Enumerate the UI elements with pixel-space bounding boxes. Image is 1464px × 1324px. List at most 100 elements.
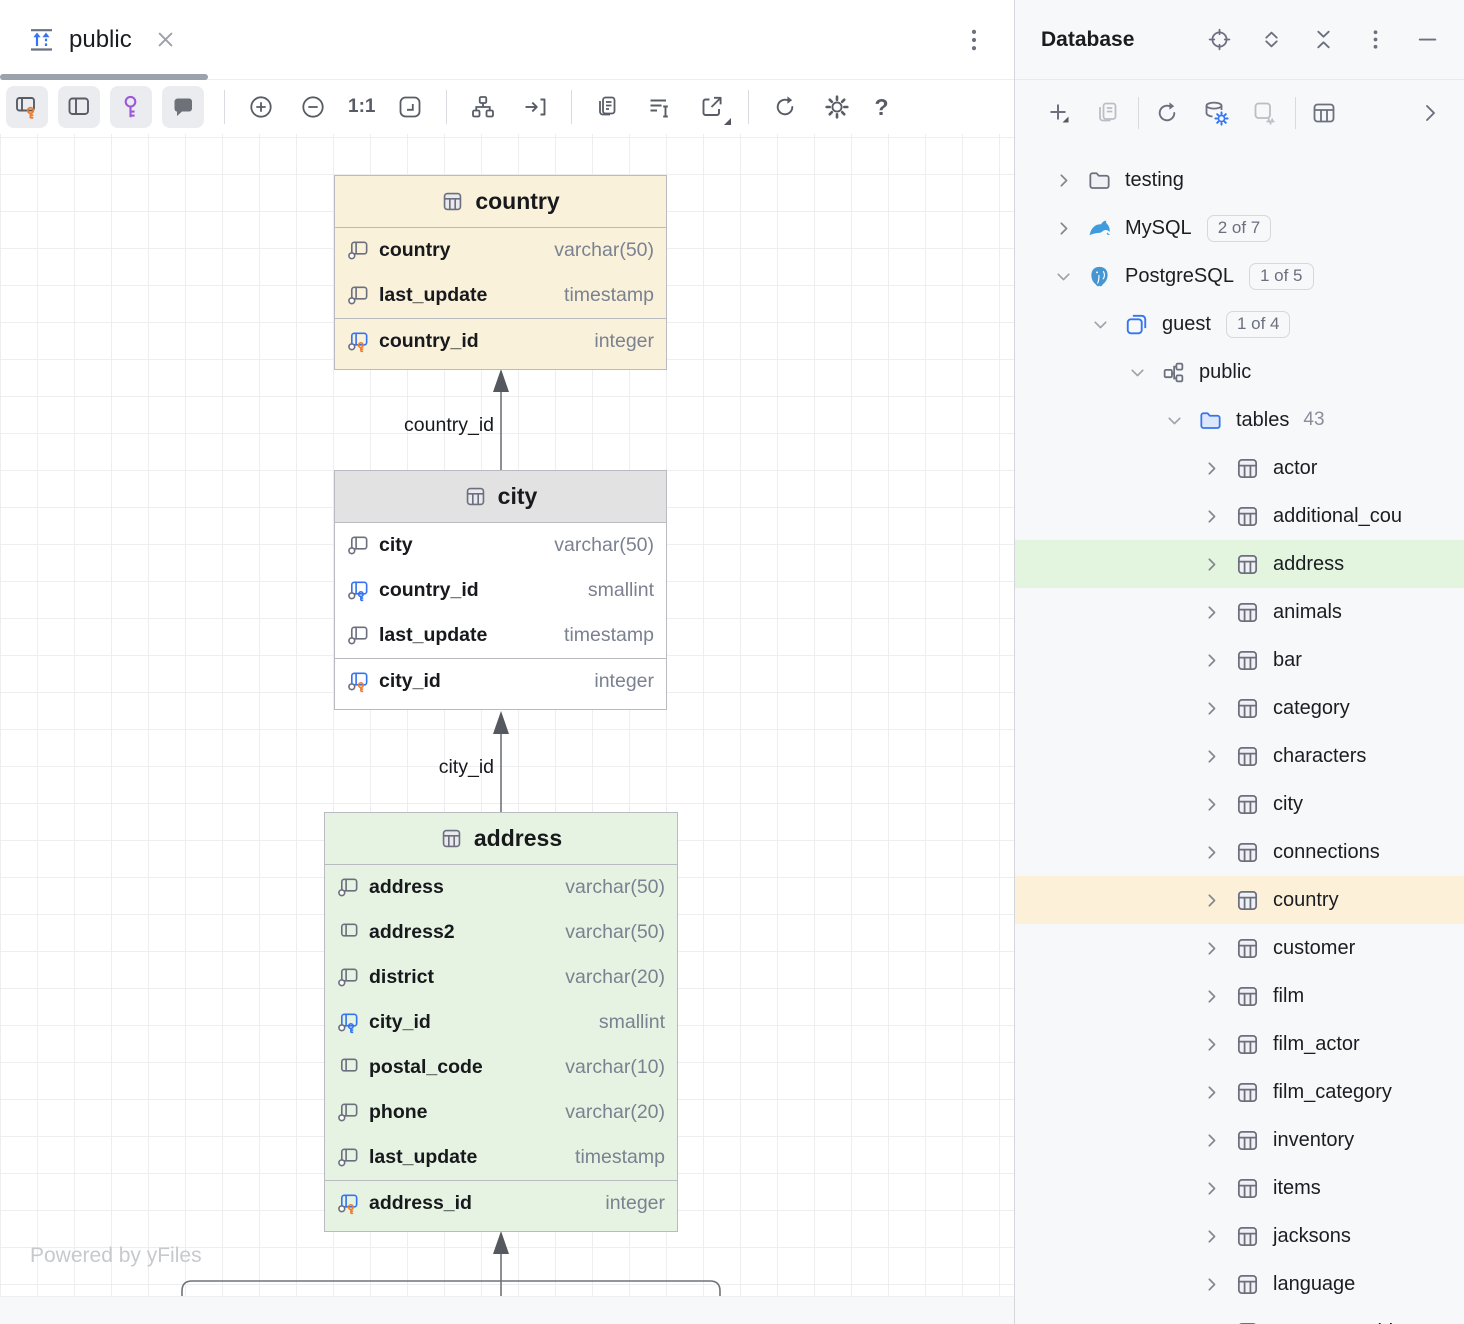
column-row-country[interactable]: country varchar(50)	[335, 228, 666, 273]
chevron-icon[interactable]	[1053, 218, 1074, 239]
chevron-icon[interactable]	[1127, 362, 1148, 383]
column-row-postal_code[interactable]: postal_code varchar(10)	[325, 1045, 677, 1090]
editor-options-kebab-icon[interactable]	[960, 26, 988, 54]
column-row-country_id[interactable]: country_id integer	[335, 318, 666, 363]
tree-item-film[interactable]: film	[1015, 972, 1464, 1020]
chevron-icon[interactable]	[1053, 266, 1074, 287]
column-row-city_id[interactable]: city_id integer	[335, 658, 666, 703]
panel-options-kebab-icon[interactable]	[1363, 27, 1388, 52]
tree-item-connections[interactable]: connections	[1015, 828, 1464, 876]
chevron-icon[interactable]	[1201, 1082, 1222, 1103]
tree-item-bar[interactable]: bar	[1015, 636, 1464, 684]
chevron-icon[interactable]	[1201, 1178, 1222, 1199]
refresh-datasource-button[interactable]	[1153, 99, 1181, 127]
column-row-last_update[interactable]: last_update timestamp	[335, 273, 666, 318]
tree-item-film_category[interactable]: film_category	[1015, 1068, 1464, 1116]
chevron-icon[interactable]	[1201, 746, 1222, 767]
column-row-city[interactable]: city varchar(50)	[335, 523, 666, 568]
entity-address[interactable]: address address varchar(50) address2 var…	[324, 812, 678, 1232]
tree-item-testing[interactable]: testing	[1015, 156, 1464, 204]
chevron-icon[interactable]	[1201, 1034, 1222, 1055]
diagram-canvas[interactable]: country_id city_id country country varch…	[0, 134, 1014, 1296]
export-button[interactable]	[695, 90, 729, 124]
entity-city[interactable]: city city varchar(50) country_id smallin…	[334, 470, 667, 710]
column-row-country_id[interactable]: country_id smallint	[335, 568, 666, 613]
zoom-in-button[interactable]	[244, 90, 278, 124]
entity-country[interactable]: country country varchar(50) last_update …	[334, 175, 667, 370]
entity-header[interactable]: address	[325, 813, 677, 865]
jump-to-editor-button[interactable]	[1310, 99, 1338, 127]
tree-item-jacksons[interactable]: jacksons	[1015, 1212, 1464, 1260]
more-toolbar-icon[interactable]	[1416, 99, 1444, 127]
chevron-icon[interactable]	[1201, 506, 1222, 527]
tree-item-language[interactable]: language	[1015, 1260, 1464, 1308]
chevron-icon[interactable]	[1164, 410, 1185, 431]
chevron-icon[interactable]	[1201, 698, 1222, 719]
tree-item-city[interactable]: city	[1015, 780, 1464, 828]
collapse-all-icon[interactable]	[1311, 27, 1336, 52]
entity-header[interactable]: city	[335, 471, 666, 523]
chevron-icon[interactable]	[1201, 794, 1222, 815]
tree-item-inventory[interactable]: inventory	[1015, 1116, 1464, 1164]
column-row-address2[interactable]: address2 varchar(50)	[325, 910, 677, 955]
actual-size-button[interactable]: 1:1	[348, 96, 375, 118]
tree-item-actor[interactable]: actor	[1015, 444, 1464, 492]
chevron-icon[interactable]	[1201, 1226, 1222, 1247]
tree-item-category[interactable]: category	[1015, 684, 1464, 732]
datasource-properties-button[interactable]	[1202, 99, 1230, 127]
tree-item-public[interactable]: public	[1015, 348, 1464, 396]
disconnect-button[interactable]	[1251, 99, 1279, 127]
column-row-last_update[interactable]: last_update timestamp	[335, 613, 666, 658]
chevron-icon[interactable]	[1201, 890, 1222, 911]
show-columns-button[interactable]	[58, 86, 100, 128]
tree-item-country[interactable]: country	[1015, 876, 1464, 924]
copy-diagram-button[interactable]	[591, 90, 625, 124]
chevron-icon[interactable]	[1201, 1130, 1222, 1151]
tree-item-customer[interactable]: customer	[1015, 924, 1464, 972]
tree-item-animals[interactable]: animals	[1015, 588, 1464, 636]
import-button[interactable]	[518, 90, 552, 124]
chevron-icon[interactable]	[1201, 1274, 1222, 1295]
duplicate-button[interactable]	[1094, 99, 1122, 127]
tree-item-guest[interactable]: guest 1 of 4	[1015, 300, 1464, 348]
settings-button[interactable]	[820, 90, 854, 124]
entity-header[interactable]: country	[335, 176, 666, 228]
tree-item-characters[interactable]: characters	[1015, 732, 1464, 780]
tree-item-items[interactable]: items	[1015, 1164, 1464, 1212]
chevron-icon[interactable]	[1201, 986, 1222, 1007]
expand-all-icon[interactable]	[1259, 27, 1284, 52]
chevron-icon[interactable]	[1201, 842, 1222, 863]
show-keys-button[interactable]	[110, 86, 152, 128]
tree-item-additional_cou[interactable]: additional_cou	[1015, 492, 1464, 540]
new-datasource-button[interactable]	[1045, 99, 1073, 127]
tree-item-film_actor[interactable]: film_actor	[1015, 1020, 1464, 1068]
zoom-out-button[interactable]	[296, 90, 330, 124]
tab-close-icon[interactable]	[158, 32, 173, 47]
tree-item-address[interactable]: address	[1015, 540, 1464, 588]
tree-item-PostgreSQL[interactable]: PostgreSQL 1 of 5	[1015, 252, 1464, 300]
fit-content-button[interactable]	[393, 90, 427, 124]
text-options-button[interactable]	[643, 90, 677, 124]
chevron-icon[interactable]	[1201, 650, 1222, 671]
chevron-icon[interactable]	[1090, 314, 1111, 335]
hide-panel-icon[interactable]	[1415, 27, 1440, 52]
chevron-icon[interactable]	[1201, 554, 1222, 575]
tree-item-tables[interactable]: tables 43	[1015, 396, 1464, 444]
tree-item-MySQL[interactable]: MySQL 2 of 7	[1015, 204, 1464, 252]
column-row-address[interactable]: address varchar(50)	[325, 865, 677, 910]
column-row-district[interactable]: district varchar(20)	[325, 955, 677, 1000]
chevron-icon[interactable]	[1201, 938, 1222, 959]
refresh-button[interactable]	[768, 90, 802, 124]
chevron-icon[interactable]	[1201, 602, 1222, 623]
show-comments-button[interactable]	[162, 86, 204, 128]
chevron-icon[interactable]	[1053, 170, 1074, 191]
chevron-icon[interactable]	[1201, 458, 1222, 479]
column-row-phone[interactable]: phone varchar(20)	[325, 1090, 677, 1135]
tree-item-payment_table[interactable]: payment_table	[1015, 1308, 1464, 1324]
column-row-address_id[interactable]: address_id integer	[325, 1180, 677, 1225]
column-row-city_id[interactable]: city_id smallint	[325, 1000, 677, 1045]
locate-icon[interactable]	[1207, 27, 1232, 52]
show-key-columns-button[interactable]	[6, 86, 48, 128]
tab-public[interactable]: public	[0, 0, 173, 79]
apply-layout-button[interactable]	[466, 90, 500, 124]
